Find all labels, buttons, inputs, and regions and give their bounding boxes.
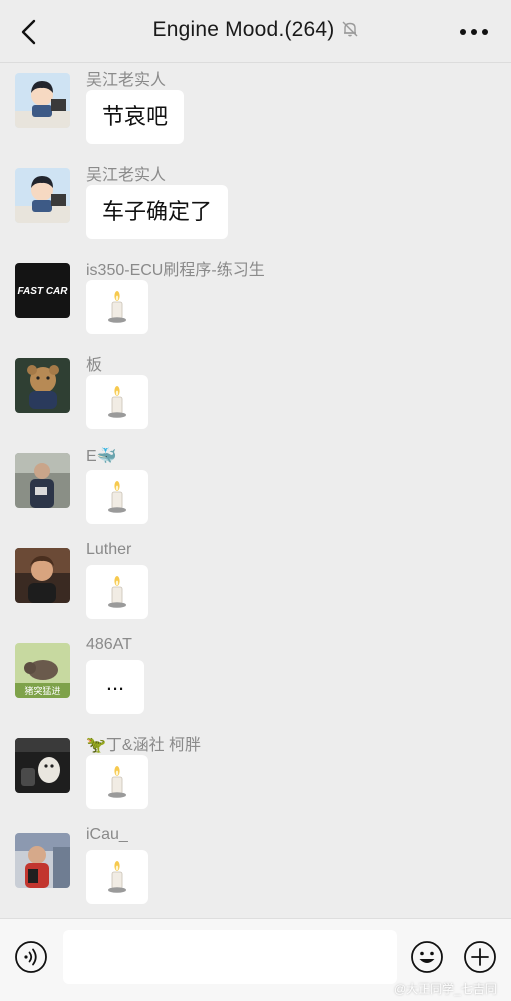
candle-icon	[108, 766, 126, 798]
voice-input-icon[interactable]	[14, 940, 48, 974]
candle-icon	[108, 861, 126, 893]
message-row: 🦖丁&涵社 柯胖	[0, 728, 511, 823]
boy-at-desk-avatar[interactable]	[15, 168, 70, 223]
chat-title-text: Engine Mood.(264)	[152, 18, 335, 41]
watermark-text: @大正同学_七吉同	[394, 982, 497, 996]
sender-name: E🐳	[86, 448, 117, 465]
bell-off-icon	[342, 21, 357, 37]
person-photo-avatar[interactable]	[15, 453, 70, 508]
sender-name: 吴江老实人	[86, 72, 167, 89]
message-bubble[interactable]: 节哀吧	[86, 90, 185, 144]
chat-title: Engine Mood.(264)	[0, 18, 511, 42]
message-row: FAST CAR is350-ECU刷程序-练习生	[0, 253, 511, 348]
boy-at-desk-avatar[interactable]	[15, 73, 70, 128]
candle-icon	[108, 481, 126, 513]
candle-emoji-bubble[interactable]	[86, 755, 148, 809]
candle-icon	[108, 291, 126, 323]
sender-name: 🦖丁&涵社 柯胖	[86, 737, 202, 754]
fast-car-logo-avatar[interactable]: FAST CAR	[15, 263, 70, 318]
teddy-bear-avatar[interactable]	[15, 358, 70, 413]
candle-emoji-bubble[interactable]	[86, 280, 148, 334]
message-row: 吴江老实人 节哀吧	[0, 63, 511, 158]
message-row: 板	[0, 348, 511, 443]
emoji-face-icon[interactable]	[410, 940, 444, 974]
candle-emoji-bubble[interactable]	[86, 375, 148, 429]
message-bubble[interactable]: ...	[86, 660, 144, 714]
message-list[interactable]: 吴江老实人 节哀吧 吴江老实人 车子确定了 FAST CAR is350-ECU…	[0, 63, 511, 918]
sender-name: is350-ECU刷程序-练习生	[86, 262, 265, 279]
sender-name: 板	[86, 357, 103, 374]
chat-header: Engine Mood.(264)	[0, 0, 511, 63]
message-row: 猪突猛进 486AT ...	[0, 633, 511, 728]
candle-icon	[108, 386, 126, 418]
sender-name: iCau_	[86, 826, 128, 843]
candle-icon	[108, 576, 126, 608]
candle-emoji-bubble[interactable]	[86, 850, 148, 904]
candle-emoji-bubble[interactable]	[86, 565, 148, 619]
avatar-caption-text: 猪突猛进	[24, 685, 60, 697]
portrait-photo-avatar[interactable]	[15, 548, 70, 603]
message-row: 吴江老实人 车子确定了	[0, 158, 511, 253]
dog-photo-avatar[interactable]	[15, 738, 70, 793]
more-dots-icon[interactable]	[459, 28, 489, 36]
sender-name: 吴江老实人	[86, 167, 167, 184]
message-row: iCau_	[0, 823, 511, 918]
sender-name: 486AT	[86, 636, 132, 653]
sender-name: Luther	[86, 541, 132, 558]
message-row: E🐳	[0, 443, 511, 538]
avatar-logo-text: FAST CAR	[18, 286, 69, 297]
shop-photo-avatar[interactable]	[15, 833, 70, 888]
message-row: Luther	[0, 538, 511, 633]
plus-circle-icon[interactable]	[463, 940, 497, 974]
candle-emoji-bubble[interactable]	[86, 470, 148, 524]
message-input[interactable]	[63, 930, 397, 984]
boar-cartoon-avatar[interactable]: 猪突猛进	[15, 643, 70, 698]
message-bubble[interactable]: 车子确定了	[86, 185, 229, 239]
